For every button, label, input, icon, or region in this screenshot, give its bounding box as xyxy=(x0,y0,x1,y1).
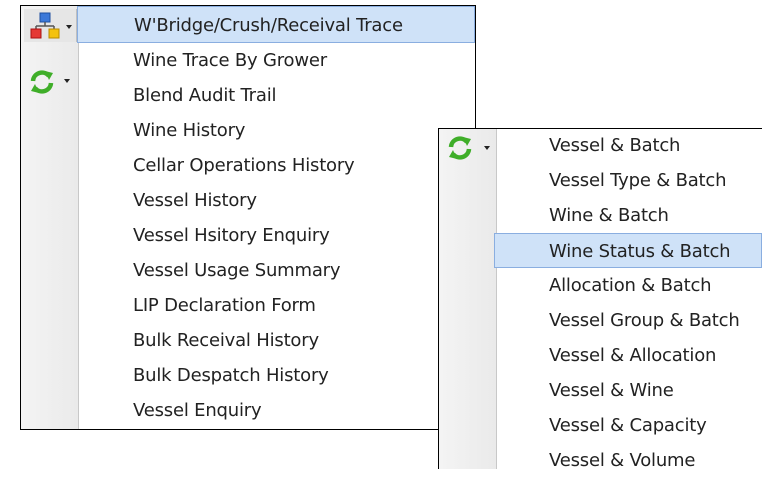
menu-item[interactable]: Vessel Type & Batch xyxy=(497,163,762,198)
menu-item[interactable]: Allocation & Batch xyxy=(497,268,762,303)
icon-gutter xyxy=(21,6,79,429)
menu-item[interactable]: Bulk Despatch History xyxy=(79,358,475,393)
menu-item[interactable]: Bulk Receival History xyxy=(79,323,475,358)
menu-item[interactable]: LIP Declaration Form xyxy=(79,288,475,323)
menu-item[interactable]: Vessel Enquiry xyxy=(79,393,475,428)
hierarchy-dropdown-button[interactable] xyxy=(24,9,77,42)
menu-item[interactable]: Vessel Hsitory Enquiry xyxy=(79,218,475,253)
menu-item[interactable]: Vessel & Batch xyxy=(497,129,762,163)
menu-item[interactable]: Wine History xyxy=(79,113,475,148)
menu-item[interactable]: Cellar Operations History xyxy=(79,148,475,183)
menu-item[interactable]: Wine Status & Batch xyxy=(494,233,762,268)
vessel-batch-menu-items: Vessel & Batch Vessel Type & Batch Wine & … xyxy=(494,129,762,478)
menu-item[interactable]: Vessel Usage Summary xyxy=(79,253,475,288)
menu-item[interactable]: Blend Audit Trail xyxy=(79,78,475,113)
refresh-icon xyxy=(28,68,56,96)
refresh-dropdown-button[interactable] xyxy=(444,133,490,163)
trace-menu-items: W'Bridge/Crush/Receival Trace Wine Trace … xyxy=(77,6,475,428)
menu-item[interactable]: Wine Trace By Grower xyxy=(79,43,475,78)
menu-item[interactable]: Vessel & Allocation xyxy=(497,338,762,373)
menu-item[interactable]: W'Bridge/Crush/Receival Trace xyxy=(77,6,475,43)
hierarchy-icon xyxy=(30,12,60,40)
refresh-dropdown-button[interactable] xyxy=(24,66,70,96)
menu-item[interactable]: Wine & Batch xyxy=(497,198,762,233)
caret-down-icon xyxy=(484,146,490,150)
menu-item[interactable]: Vessel & Volume xyxy=(497,443,762,478)
trace-menu: W'Bridge/Crush/Receival Trace Wine Trace … xyxy=(20,5,476,430)
refresh-icon xyxy=(446,134,474,162)
menu-item[interactable]: Vessel History xyxy=(79,183,475,218)
caret-down-icon xyxy=(64,79,70,83)
menu-item[interactable]: Vessel & Capacity xyxy=(497,408,762,443)
caret-down-icon xyxy=(66,25,72,29)
icon-gutter xyxy=(439,129,497,469)
vessel-batch-menu: Vessel & Batch Vessel Type & Batch Wine & … xyxy=(438,128,762,471)
menu-item[interactable]: Vessel Group & Batch xyxy=(497,303,762,338)
menu-item[interactable]: Vessel & Wine xyxy=(497,373,762,408)
